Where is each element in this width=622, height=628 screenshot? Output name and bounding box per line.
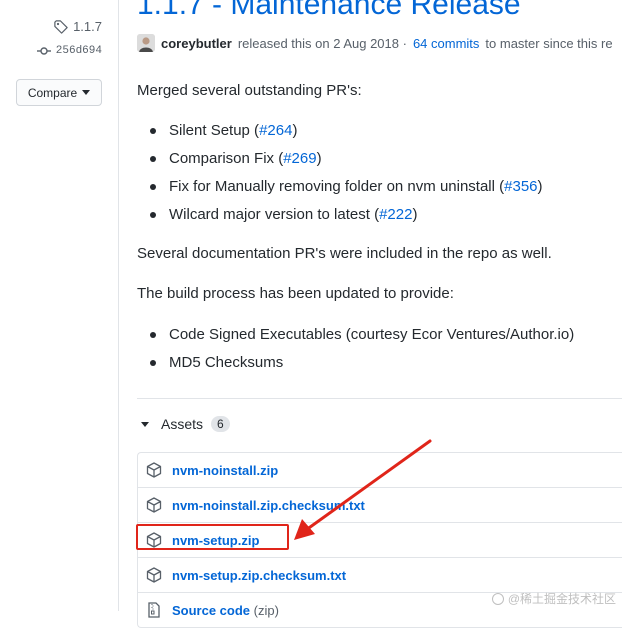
asset-link[interactable]: nvm-setup.zip.checksum.txt <box>172 568 346 583</box>
chevron-down-icon <box>82 90 91 95</box>
commit-sha: 256d694 <box>55 45 102 57</box>
docs-line: Several documentation PR's were included… <box>137 245 552 262</box>
pr-link[interactable]: #269 <box>283 150 316 167</box>
list-item: Silent Setup (#264) <box>137 121 543 149</box>
author-name[interactable]: coreybutler <box>161 36 232 51</box>
release-intro: Merged several outstanding PR's: <box>137 82 362 99</box>
pr-list: Silent Setup (#264) Comparison Fix (#269… <box>137 121 543 233</box>
watermark-text: @稀土掘金技术社区 <box>507 592 616 606</box>
asset-row: nvm-setup.zip.checksum.txt <box>138 557 622 592</box>
release-byline: coreybutler released this on 2 Aug 2018 … <box>137 34 613 52</box>
asset-link[interactable]: nvm-noinstall.zip.checksum.txt <box>172 498 365 513</box>
pr-link[interactable]: #222 <box>379 206 412 223</box>
source-code-link[interactable]: Source code (zip) <box>172 603 279 618</box>
avatar[interactable] <box>137 34 155 52</box>
list-item: Comparison Fix (#269) <box>137 149 543 177</box>
list-item: Fix for Manually removing folder on nvm … <box>137 177 543 205</box>
pr-link[interactable]: #264 <box>259 122 292 139</box>
package-icon <box>146 497 162 513</box>
commit-icon <box>36 47 51 55</box>
assets-count-badge: 6 <box>211 416 230 432</box>
compare-button[interactable]: Compare <box>16 79 102 106</box>
list-item: Code Signed Executables (courtesy Ecor V… <box>137 325 574 353</box>
file-zip-icon <box>148 602 160 618</box>
package-icon <box>146 462 162 478</box>
juejin-logo-icon <box>491 592 504 605</box>
assets-header: Assets <box>161 416 204 432</box>
list-item: MD5 Checksums <box>137 353 574 381</box>
list-item: Wilcard major version to latest (#222) <box>137 205 543 233</box>
asset-row: nvm-noinstall.zip.checksum.txt <box>138 487 622 522</box>
assets-toggle[interactable]: Assets 6 <box>141 416 230 432</box>
release-title[interactable]: 1.1.7 - Maintenance Release <box>137 0 521 22</box>
pr-link[interactable]: #356 <box>504 178 537 195</box>
commit-link[interactable]: 256d694 <box>36 45 102 57</box>
build-list: Code Signed Executables (courtesy Ecor V… <box>137 325 574 381</box>
section-divider <box>137 398 622 399</box>
released-text: released this on 2 Aug 2018 · <box>237 35 407 51</box>
build-line: The build process has been updated to pr… <box>137 285 454 302</box>
commits-link[interactable]: 64 commits <box>413 36 479 51</box>
annotation-highlight-box <box>136 524 289 550</box>
tag-name: 1.1.7 <box>73 19 102 34</box>
package-icon <box>146 567 162 583</box>
compare-label: Compare <box>27 85 78 100</box>
asset-row: nvm-noinstall.zip <box>138 453 622 487</box>
release-meta-column: 1.1.7 256d694 Compare <box>0 0 118 611</box>
caret-down-icon <box>141 421 149 427</box>
tag-icon <box>54 19 68 34</box>
tag-link[interactable]: 1.1.7 <box>54 19 102 34</box>
watermark: @稀土掘金技术社区 <box>491 590 616 607</box>
timeline-divider <box>118 0 119 611</box>
commits-suffix: to master since this re <box>485 35 613 51</box>
asset-link[interactable]: nvm-noinstall.zip <box>172 463 278 478</box>
